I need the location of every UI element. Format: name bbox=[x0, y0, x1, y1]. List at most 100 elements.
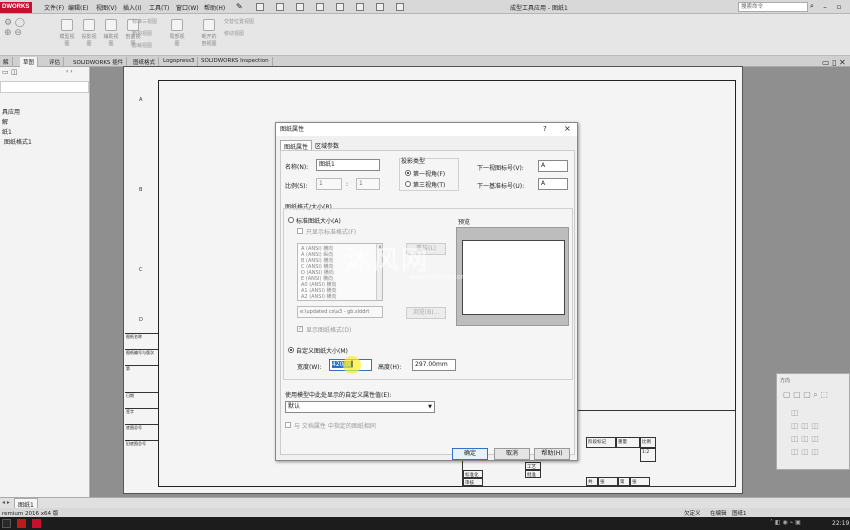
close-icon[interactable]: × bbox=[564, 124, 571, 133]
watermark: 沐风网 bbox=[345, 246, 430, 276]
tb-standardization: 标准化 bbox=[463, 470, 483, 478]
ribbon-broken-out-section[interactable]: 断开的剖视图 bbox=[200, 18, 218, 47]
orientation-view-icons[interactable]: ◫ ◫ ◫ ◫ ◫ ◫ ◫ ◫ ◫ ◫ bbox=[791, 406, 819, 458]
ribbon-detail-view[interactable]: 局部视图 bbox=[168, 18, 186, 47]
add-icon[interactable]: ⊕ ⊖ bbox=[4, 28, 34, 38]
tree-item-sheet[interactable]: 纸1 bbox=[2, 127, 12, 136]
tab-addins[interactable]: SOLIDWORKS 插件 bbox=[70, 57, 128, 67]
tab-explode[interactable]: 解 bbox=[0, 57, 13, 67]
window-controls-icon[interactable]: ▭ ▯ ✕ bbox=[822, 58, 846, 67]
tb-process: 工艺 bbox=[525, 462, 541, 470]
orientation-icons[interactable]: ▢ ▢ ▢ ⌕ ⬚ bbox=[783, 390, 828, 400]
cancel-button[interactable]: 取消 bbox=[494, 448, 530, 460]
panel-filter-bar[interactable] bbox=[0, 81, 89, 93]
panel-tab-icons[interactable]: ▭ ◫ bbox=[2, 68, 17, 76]
save-icon[interactable] bbox=[296, 3, 304, 11]
ribbon-auxiliary-view[interactable]: 辅助视图 bbox=[102, 18, 120, 47]
help-button[interactable]: 帮助(H) bbox=[534, 448, 570, 460]
text-cursor-icon: I bbox=[350, 360, 354, 370]
menu-window[interactable]: 窗口(W) bbox=[176, 3, 199, 12]
app-icon[interactable] bbox=[17, 519, 26, 528]
first-angle-radio[interactable] bbox=[405, 170, 411, 176]
tree-item-annotations[interactable]: 解 bbox=[2, 117, 8, 126]
scale-right-input[interactable]: 1 bbox=[356, 178, 380, 190]
zone-label-a: A bbox=[139, 97, 143, 103]
select-icon[interactable] bbox=[356, 3, 364, 11]
show-format-label: 显示图纸格式(D) bbox=[306, 327, 352, 334]
tray-icons[interactable]: ˄ ◧ ◉ ⌁ ▣ bbox=[770, 519, 801, 526]
ltb-drawing-name: 图纸名称 bbox=[125, 333, 158, 349]
show-format-checkbox[interactable]: ✓ bbox=[297, 326, 303, 332]
help-icon[interactable]: ? bbox=[543, 125, 547, 133]
search-input[interactable]: 搜索命令 bbox=[738, 2, 808, 12]
tb-scale-header: 比例 bbox=[640, 437, 656, 448]
menu-view[interactable]: 视图(V) bbox=[96, 3, 117, 12]
same-as-doc-checkbox[interactable] bbox=[285, 422, 291, 428]
list-item[interactable]: A2 (ANSI) 横向 bbox=[301, 293, 337, 300]
menu-file[interactable]: 文件(F) bbox=[44, 3, 64, 12]
ribbon-model-view[interactable]: 模型视图 bbox=[58, 18, 76, 47]
status-bar: remium 2016 x64 版 欠定义 在编辑 图纸1 bbox=[0, 508, 850, 517]
ltb-signature: 签字 bbox=[125, 408, 158, 424]
only-standard-checkbox[interactable] bbox=[297, 228, 303, 234]
ribbon-projected-view[interactable]: 投影视图 bbox=[80, 18, 98, 47]
scale-left-input[interactable]: 1 bbox=[316, 178, 342, 190]
watermark-url: www.mfcad.com bbox=[410, 273, 468, 281]
menu-tools[interactable]: 工具(T) bbox=[149, 3, 169, 12]
format-path-input[interactable]: e:\updated cs\a3 - gb.slddrt bbox=[297, 306, 383, 318]
custom-property-select[interactable]: 默认 ▼ bbox=[285, 401, 435, 413]
next-view-input[interactable]: A bbox=[538, 160, 568, 172]
ltb-drawing-number: 图纸编号与版次 bbox=[125, 349, 158, 365]
third-angle-radio[interactable] bbox=[405, 181, 411, 187]
tab-nav-arrows[interactable]: ◂ ▸ bbox=[2, 499, 10, 506]
tb-scale-value: 1:2 bbox=[640, 448, 656, 462]
search-icon[interactable]: ⌕ bbox=[810, 2, 814, 11]
ribbon-break-view[interactable]: 断裂视图 bbox=[132, 30, 152, 37]
scale-label: 比例(S): bbox=[285, 183, 308, 190]
status-definition: 欠定义 bbox=[684, 511, 701, 517]
print-icon[interactable] bbox=[316, 3, 324, 11]
ok-button[interactable]: 确定 bbox=[452, 448, 488, 460]
custom-size-radio[interactable] bbox=[288, 347, 294, 353]
open-icon[interactable] bbox=[276, 3, 284, 11]
ribbon-left-tools: ⚙ ◯ ⊕ ⊖ bbox=[4, 18, 34, 50]
new-icon[interactable] bbox=[256, 3, 264, 11]
restore-icon[interactable]: ▫ bbox=[834, 2, 844, 12]
menu-help[interactable]: 帮助(H) bbox=[204, 3, 225, 12]
tree-item-sheet-format[interactable]: 图纸格式1 bbox=[4, 137, 32, 146]
tb-weight: 重量 bbox=[616, 437, 640, 448]
rebuild-icon[interactable] bbox=[376, 3, 384, 11]
status-editing: 在编辑 bbox=[710, 511, 727, 517]
width-label: 宽度(W): bbox=[297, 364, 322, 371]
ribbon-move-view[interactable]: 移动视图 bbox=[224, 30, 244, 37]
minimize-icon[interactable]: – bbox=[820, 2, 830, 12]
standard-size-radio[interactable] bbox=[288, 217, 294, 223]
tb-review: 审核 bbox=[463, 478, 483, 486]
menu-edit[interactable]: 编辑(E) bbox=[68, 3, 88, 12]
tab-sketch[interactable]: 草图 bbox=[20, 57, 39, 67]
browse-button[interactable]: 浏览(B)... bbox=[406, 307, 446, 319]
orientation-panel[interactable]: 方向 ▢ ▢ ▢ ⌕ ⬚ ◫ ◫ ◫ ◫ ◫ ◫ ◫ ◫ ◫ ◫ bbox=[776, 373, 850, 470]
panel-nav-icons[interactable]: ‹ › bbox=[66, 68, 73, 75]
options-icon[interactable] bbox=[396, 3, 404, 11]
name-input[interactable]: 图纸1 bbox=[316, 159, 380, 171]
menu-insert[interactable]: 插入(I) bbox=[123, 3, 141, 12]
only-standard-label: 只显示标准格式(F) bbox=[306, 229, 357, 236]
ribbon-standard-3view[interactable]: 标准三视图 bbox=[132, 18, 157, 25]
scale-separator: : bbox=[346, 181, 349, 188]
height-input[interactable]: 297.00mm bbox=[412, 359, 456, 371]
ribbon-alternate-position[interactable]: 交替位置视图 bbox=[224, 18, 254, 25]
tb-sheets: 张 bbox=[598, 477, 618, 486]
start-icon[interactable] bbox=[2, 519, 11, 528]
undo-icon[interactable] bbox=[336, 3, 344, 11]
tree-item-root[interactable]: 具应用 bbox=[2, 107, 20, 116]
next-datum-input[interactable]: A bbox=[538, 178, 568, 190]
gear-icon[interactable]: ⚙ ◯ bbox=[4, 18, 34, 28]
ribbon-crop-view[interactable]: 剪裁视图 bbox=[132, 42, 152, 49]
orientation-title: 方向 bbox=[780, 378, 791, 384]
solidworks-taskbar-icon[interactable] bbox=[32, 519, 41, 528]
cursor-highlight: I bbox=[343, 356, 361, 374]
solidworks-logo[interactable]: DWORKS bbox=[0, 2, 32, 13]
tab-evaluate[interactable]: 评估 bbox=[46, 57, 65, 67]
pin-icon[interactable]: ✎ bbox=[236, 2, 243, 11]
